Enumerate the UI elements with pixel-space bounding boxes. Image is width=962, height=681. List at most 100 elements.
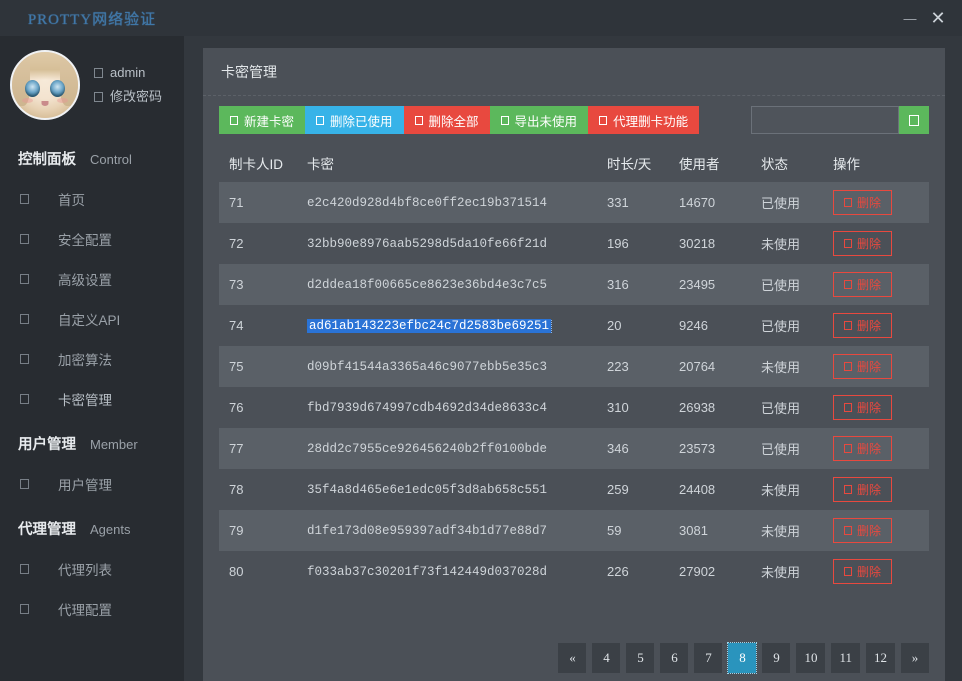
sidebar-item-4-g1[interactable]: 自定义API bbox=[0, 299, 184, 339]
pagination-prev[interactable]: « bbox=[558, 643, 587, 673]
cell-user: 27902 bbox=[679, 564, 716, 579]
toolbar-button-5[interactable]: 代理删卡功能 bbox=[588, 106, 700, 134]
cell-card-key[interactable]: d1fe173d08e959397adf34b1d77e88d7 bbox=[307, 524, 607, 538]
card-key-text[interactable]: 35f4a8d465e6e1edc05f3d8ab658c551 bbox=[307, 483, 547, 497]
avatar-blush-right bbox=[57, 98, 68, 103]
cell-card-key[interactable]: e2c420d928d4bf8ce0ff2ec19b371514 bbox=[307, 196, 607, 210]
titlebar-drag-area[interactable] bbox=[184, 0, 896, 36]
pagination-page-7[interactable]: 7 bbox=[694, 643, 723, 673]
table-row[interactable]: 71 e2c420d928d4bf8ce0ff2ec19b371514 331 146… bbox=[219, 182, 929, 223]
avatar-mouth bbox=[41, 101, 49, 106]
cell-status: 已使用 bbox=[761, 196, 801, 211]
card-key-text[interactable]: e2c420d928d4bf8ce0ff2ec19b371514 bbox=[307, 196, 547, 210]
sidebar-item-6-g1[interactable]: 卡密管理 bbox=[0, 379, 184, 419]
delete-button[interactable]: 删除 bbox=[833, 354, 893, 379]
delete-button[interactable]: 删除 bbox=[833, 559, 893, 584]
main-panel: 卡密管理 新建卡密 删除已使用 删除全部 导出未使用 代理删卡功能 制卡人ID 卡密 时长/… bbox=[203, 48, 945, 681]
card-key-text[interactable]: d09bf41544a3365a46c9077ebb5e35c3 bbox=[307, 360, 547, 374]
trash-icon bbox=[844, 444, 852, 453]
pagination-next[interactable]: » bbox=[901, 643, 929, 673]
sidebar-item-1-g2[interactable]: 用户管理 bbox=[0, 464, 184, 504]
pagination-page-4[interactable]: 4 bbox=[592, 643, 621, 673]
toolbar-button-1[interactable]: 新建卡密 bbox=[219, 106, 306, 134]
cell-action: 删除 bbox=[833, 518, 929, 543]
cell-creator-id: 79 bbox=[229, 523, 244, 538]
table-row[interactable]: 77 28dd2c7955ce926456240b2ff0100bde 346 235… bbox=[219, 428, 929, 469]
search-input[interactable] bbox=[751, 106, 899, 134]
cell-creator-id: 76 bbox=[229, 400, 244, 415]
table-row[interactable]: 79 d1fe173d08e959397adf34b1d77e88d7 59 3081… bbox=[219, 510, 929, 551]
cell-card-key[interactable]: ad61ab143223efbc24c7d2583be69251 bbox=[307, 318, 607, 333]
table-row[interactable]: 80 f033ab37c30201f73f142449d037028d 226 279… bbox=[219, 551, 929, 592]
delete-button[interactable]: 删除 bbox=[833, 313, 893, 338]
search-button[interactable] bbox=[899, 106, 929, 134]
delete-button-label: 删除 bbox=[857, 483, 882, 497]
table-row[interactable]: 75 d09bf41544a3365a46c9077ebb5e35c3 223 207… bbox=[219, 346, 929, 387]
card-key-text[interactable]: fbd7939d674997cdb4692d34de8633c4 bbox=[307, 401, 547, 415]
cell-action: 删除 bbox=[833, 354, 929, 379]
avatar[interactable] bbox=[10, 50, 80, 120]
table-row[interactable]: 72 32bb90e8976aab5298d5da10fe66f21d 196 302… bbox=[219, 223, 929, 264]
card-key-text[interactable]: f033ab37c30201f73f142449d037028d bbox=[307, 565, 547, 579]
cell-card-key[interactable]: d09bf41544a3365a46c9077ebb5e35c3 bbox=[307, 360, 607, 374]
avatar-blush-left bbox=[22, 98, 33, 103]
pagination-page-5[interactable]: 5 bbox=[626, 643, 655, 673]
table-row[interactable]: 76 fbd7939d674997cdb4692d34de8633c4 310 269… bbox=[219, 387, 929, 428]
column-header-1: 制卡人ID bbox=[229, 157, 283, 172]
window-controls: — ✕ bbox=[896, 0, 962, 36]
toolbar-button-3[interactable]: 删除全部 bbox=[403, 106, 490, 134]
delete-button[interactable]: 删除 bbox=[833, 231, 893, 256]
pagination-page-11[interactable]: 11 bbox=[831, 643, 860, 673]
sidebar-item-2-g1[interactable]: 安全配置 bbox=[0, 219, 184, 259]
delete-button[interactable]: 删除 bbox=[833, 272, 893, 297]
pagination-page-10[interactable]: 10 bbox=[796, 643, 826, 673]
delete-button[interactable]: 删除 bbox=[833, 518, 893, 543]
close-icon[interactable]: ✕ bbox=[924, 4, 952, 32]
minimize-icon[interactable]: — bbox=[896, 4, 924, 32]
cell-card-key[interactable]: d2ddea18f00665ce8623e36bd4e3c7c5 bbox=[307, 278, 607, 292]
table-row[interactable]: 78 35f4a8d465e6e1edc05f3d8ab658c551 259 244… bbox=[219, 469, 929, 510]
pagination-page-12[interactable]: 12 bbox=[866, 643, 895, 673]
sidebar-item-1-g3[interactable]: 代理列表 bbox=[0, 549, 184, 589]
cell-days: 223 bbox=[607, 359, 629, 374]
sidebar-item-2-g3[interactable]: 代理配置 bbox=[0, 589, 184, 629]
delete-button[interactable]: 删除 bbox=[833, 190, 893, 215]
pagination-page-6[interactable]: 6 bbox=[660, 643, 689, 673]
delete-button[interactable]: 删除 bbox=[833, 436, 893, 461]
pagination-page-9[interactable]: 9 bbox=[762, 643, 791, 673]
card-key-text[interactable]: 28dd2c7955ce926456240b2ff0100bde bbox=[307, 442, 547, 456]
cell-creator-id: 74 bbox=[229, 318, 244, 333]
sidebar-item-5-g1[interactable]: 加密算法 bbox=[0, 339, 184, 379]
cell-card-key[interactable]: 35f4a8d465e6e1edc05f3d8ab658c551 bbox=[307, 483, 607, 497]
table-row[interactable]: 74 ad61ab143223efbc24c7d2583be69251 20 9246… bbox=[219, 305, 929, 346]
pagination-page-8[interactable]: 8 bbox=[727, 642, 758, 674]
card-key-selected[interactable]: ad61ab143223efbc24c7d2583be69251 bbox=[307, 318, 553, 333]
cell-creator-id: 80 bbox=[229, 564, 244, 579]
cell-card-key[interactable]: f033ab37c30201f73f142449d037028d bbox=[307, 565, 607, 579]
toolbar-button-4[interactable]: 导出未使用 bbox=[489, 106, 589, 134]
sidebar-item-label: 自定义API bbox=[58, 313, 121, 328]
cell-card-key[interactable]: 32bb90e8976aab5298d5da10fe66f21d bbox=[307, 237, 607, 251]
cell-creator-id: 72 bbox=[229, 236, 244, 251]
cell-status: 未使用 bbox=[761, 483, 801, 498]
cell-user: 20764 bbox=[679, 359, 716, 374]
sidebar-item-1-g1[interactable]: 首页 bbox=[0, 179, 184, 219]
table-row[interactable]: 73 d2ddea18f00665ce8623e36bd4e3c7c5 316 234… bbox=[219, 264, 929, 305]
card-key-text[interactable]: d2ddea18f00665ce8623e36bd4e3c7c5 bbox=[307, 278, 547, 292]
toolbar-buttons: 新建卡密 删除已使用 删除全部 导出未使用 代理删卡功能 bbox=[219, 106, 700, 134]
sidebar-item-label: 安全配置 bbox=[58, 233, 112, 248]
trash-icon bbox=[844, 321, 852, 330]
bullet-icon bbox=[20, 314, 29, 324]
change-password-row[interactable]: 修改密码 bbox=[94, 85, 162, 109]
cell-user: 26938 bbox=[679, 400, 716, 415]
card-key-text[interactable]: d1fe173d08e959397adf34b1d77e88d7 bbox=[307, 524, 547, 538]
cell-card-key[interactable]: 28dd2c7955ce926456240b2ff0100bde bbox=[307, 442, 607, 456]
toolbar-button-2[interactable]: 删除已使用 bbox=[305, 106, 404, 134]
column-header-2: 卡密 bbox=[307, 158, 334, 174]
card-key-text[interactable]: 32bb90e8976aab5298d5da10fe66f21d bbox=[307, 237, 547, 251]
delete-button[interactable]: 删除 bbox=[833, 477, 893, 502]
toolbar-button-label: 代理删卡功能 bbox=[613, 114, 689, 129]
cell-card-key[interactable]: fbd7939d674997cdb4692d34de8633c4 bbox=[307, 401, 607, 415]
delete-button[interactable]: 删除 bbox=[833, 395, 893, 420]
sidebar-item-3-g1[interactable]: 高级设置 bbox=[0, 259, 184, 299]
